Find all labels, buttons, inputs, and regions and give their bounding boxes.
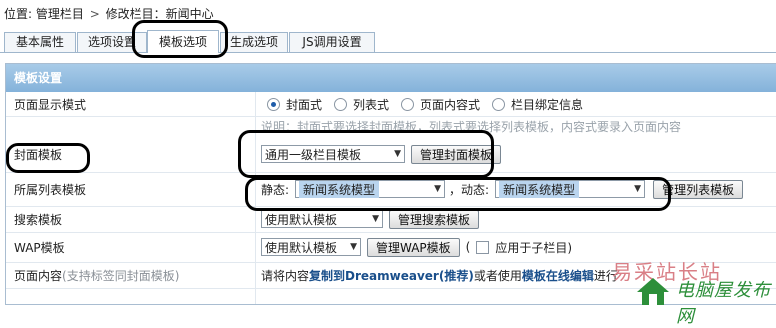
tab-template-options[interactable]: 模板选项 — [147, 30, 219, 53]
watermark-line-2: 电脑屋发布网 — [676, 280, 771, 327]
page-content-label-text: 页面内容 — [14, 268, 63, 283]
page-content-text-2: 或者使用 — [473, 268, 522, 283]
radio-label-bind-info: 栏目绑定信息 — [511, 97, 584, 112]
row-list-template: 所属列表模板 静态: 新闻系统模型 ▼ ，动态: 新闻系统模型 ▼ 管理列表模板 — [6, 172, 776, 207]
row-cover-template: 封面模板 通用一级栏目模板 ▼ 管理封面模板 — [6, 136, 776, 173]
cover-template-controls: 通用一级栏目模板 ▼ 管理封面模板 — [261, 136, 502, 172]
search-template-controls: 使用默认模板 ▼ 管理搜索模板 — [261, 206, 480, 232]
display-mode-note: 说明：封面式要选择封面模板，列表式要选择列表模板，内容式要录入页面内容 — [261, 119, 682, 134]
wap-template-select[interactable]: 使用默认模板 ▼ — [261, 238, 361, 256]
static-list-template-select[interactable]: 新闻系统模型 ▼ — [295, 180, 446, 198]
radio-list-mode[interactable] — [334, 97, 348, 111]
manage-wap-template-button[interactable]: 管理WAP模板 — [367, 237, 460, 257]
row-search-template: 搜索模板 使用默认模板 ▼ 管理搜索模板 — [6, 206, 776, 233]
page-content-instructions: 请将内容 复制到Dreamweaver(推荐) 或者使用 模板在线编辑 进行 — [261, 262, 618, 288]
breadcrumb-prefix: 位置: — [4, 7, 33, 21]
breadcrumb-separator: > — [89, 7, 100, 21]
radio-bind-info-mode[interactable] — [492, 97, 506, 111]
chevron-down-icon: ▼ — [394, 149, 401, 159]
radio-label-content: 页面内容式 — [420, 97, 481, 112]
tab-bar: 基本属性 选项设置 模板选项 生成选项 JS调用设置 — [0, 30, 776, 53]
list-template-label: 所属列表模板 — [14, 182, 87, 197]
tab-js-settings[interactable]: JS调用设置 — [289, 32, 375, 52]
radio-label-list: 列表式 — [353, 97, 390, 112]
search-template-value: 使用默认模板 — [265, 212, 338, 227]
dynamic-label: ，动态: — [449, 182, 490, 197]
panel-title: 模板设置 — [6, 64, 776, 92]
breadcrumb-root-link[interactable]: 管理栏目 — [36, 7, 84, 21]
static-list-template-value: 新闻系统模型 — [299, 180, 380, 198]
page-content-label-hint: (支持标签同封面模板) — [62, 268, 180, 283]
tab-generate-options[interactable]: 生成选项 — [220, 32, 288, 52]
tab-basic-properties[interactable]: 基本属性 — [4, 32, 76, 52]
chevron-down-icon: ▼ — [372, 214, 379, 224]
manage-cover-template-button[interactable]: 管理封面模板 — [411, 144, 502, 164]
page-content-text-1: 请将内容 — [261, 268, 310, 283]
manage-search-template-button[interactable]: 管理搜索模板 — [389, 209, 480, 229]
search-template-select[interactable]: 使用默认模板 ▼ — [261, 210, 383, 228]
apply-to-subcolumns-checkbox[interactable] — [476, 240, 490, 254]
radio-cover-mode[interactable] — [267, 97, 280, 111]
house-logo-icon — [637, 278, 669, 305]
wap-template-controls: 使用默认模板 ▼ 管理WAP模板 ( 应用于子栏目) — [261, 232, 572, 262]
cover-template-value: 通用一级栏目模板 — [265, 147, 362, 162]
wap-template-value: 使用默认模板 — [265, 240, 338, 255]
static-label: 静态: — [261, 182, 290, 197]
dynamic-list-template-select[interactable]: 新闻系统模型 ▼ — [495, 180, 646, 198]
cover-template-select[interactable]: 通用一级栏目模板 ▼ — [261, 145, 405, 163]
apply-to-subcolumns-label: 应用于子栏目) — [495, 240, 573, 255]
dynamic-list-template-value: 新闻系统模型 — [499, 180, 580, 198]
display-mode-label: 页面显示模式 — [14, 97, 87, 112]
manage-list-template-button[interactable]: 管理列表模板 — [653, 179, 744, 199]
online-template-editor-link[interactable]: 模板在线编辑 — [522, 267, 594, 284]
radio-content-mode[interactable] — [401, 97, 415, 111]
radio-label-cover: 封面式 — [286, 97, 323, 112]
chevron-down-icon: ▼ — [350, 242, 357, 252]
tab-options[interactable]: 选项设置 — [77, 32, 147, 52]
paren-open: ( — [465, 240, 471, 254]
page-content-label: 页面内容 (支持标签同封面模板) — [14, 262, 179, 288]
chevron-down-icon: ▼ — [634, 184, 642, 194]
list-template-controls: 静态: 新闻系统模型 ▼ ，动态: 新闻系统模型 ▼ 管理列表模板 — [261, 172, 744, 206]
copy-to-dreamweaver-link[interactable]: 复制到Dreamweaver(推荐) — [309, 267, 474, 284]
wap-template-label: WAP模板 — [14, 240, 65, 255]
breadcrumb: 位置: 管理栏目 > 修改栏目：新闻中心 — [4, 6, 214, 22]
row-display-mode: 页面显示模式 封面式 列表式 页面内容式 栏目绑定信息 — [6, 92, 776, 117]
search-template-label: 搜索模板 — [14, 212, 63, 227]
display-mode-options: 封面式 列表式 页面内容式 栏目绑定信息 — [261, 92, 589, 116]
cover-template-label: 封面模板 — [14, 147, 63, 162]
breadcrumb-current: 修改栏目：新闻中心 — [105, 7, 214, 21]
chevron-down-icon: ▼ — [434, 184, 442, 194]
row-note: 说明：封面式要选择封面模板，列表式要选择列表模板，内容式要录入页面内容 — [6, 116, 776, 136]
